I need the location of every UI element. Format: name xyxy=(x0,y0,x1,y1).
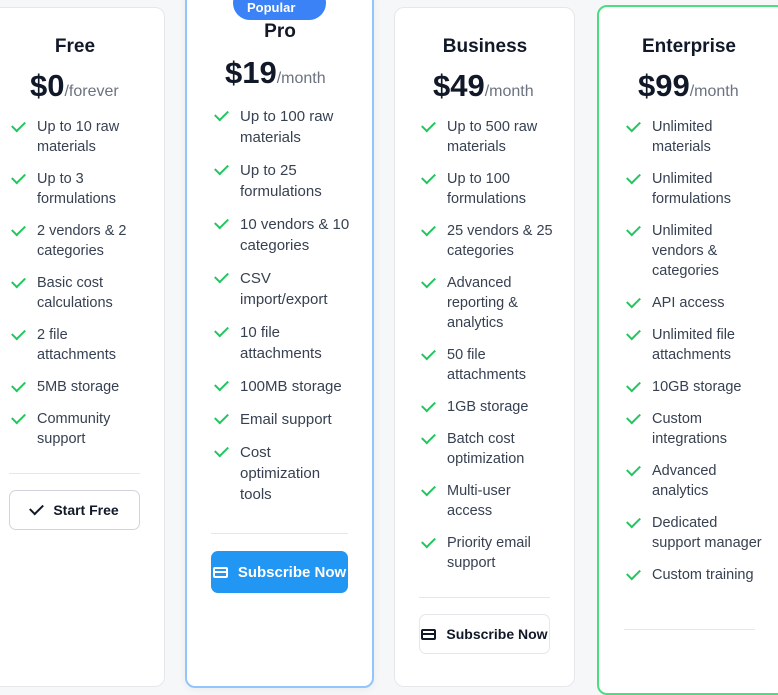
check-icon xyxy=(11,169,26,185)
feature-item: 100MB storage xyxy=(212,376,357,397)
feature-item: Batch cost optimization xyxy=(419,429,559,469)
check-icon xyxy=(626,293,641,309)
price-period: /month xyxy=(689,83,739,100)
feature-item: Advanced analytics xyxy=(624,461,764,501)
feature-item: Unlimited file attachments xyxy=(624,325,764,365)
check-icon xyxy=(11,117,26,133)
feature-item: Up to 3 formulations xyxy=(9,169,149,209)
feature-list-pro: Up to 100 raw materials Up to 25 formula… xyxy=(212,106,357,505)
check-icon xyxy=(421,481,436,497)
feature-item: API access xyxy=(624,293,764,313)
plan-name-pro: Pro xyxy=(264,21,296,42)
plan-price-business: $49/month xyxy=(433,68,534,104)
price-amount: $0 xyxy=(30,68,65,103)
divider xyxy=(211,533,348,534)
plan-price-free: $0/forever xyxy=(30,68,119,104)
feature-list-enterprise: Unlimited materials Unlimited formulatio… xyxy=(624,117,764,585)
price-amount: $19 xyxy=(225,55,277,90)
feature-item: Unlimited formulations xyxy=(624,169,764,209)
check-icon xyxy=(626,409,641,425)
feature-item: Up to 500 raw materials xyxy=(419,117,559,157)
start-free-button[interactable]: Start Free xyxy=(9,490,140,530)
price-period: /month xyxy=(276,70,326,87)
feature-item: Custom integrations xyxy=(624,409,764,449)
feature-item: 10 file attachments xyxy=(212,322,357,364)
check-icon xyxy=(626,117,641,133)
check-icon xyxy=(214,160,229,176)
divider xyxy=(419,597,550,598)
check-icon xyxy=(421,169,436,185)
feature-item: Custom training xyxy=(624,565,764,585)
credit-card-icon xyxy=(212,566,228,578)
check-icon xyxy=(626,325,641,341)
check-icon xyxy=(29,500,45,516)
plan-price-enterprise: $99/month xyxy=(638,68,739,104)
check-icon xyxy=(626,221,641,237)
check-icon xyxy=(626,461,641,477)
feature-item: Email support xyxy=(212,409,357,430)
check-icon xyxy=(214,376,229,392)
check-icon xyxy=(11,409,26,425)
feature-item: 5MB storage xyxy=(9,377,149,397)
feature-item: 10 vendors & 10 categories xyxy=(212,214,357,256)
check-icon xyxy=(214,442,229,458)
feature-item: 25 vendors & 25 categories xyxy=(419,221,559,261)
price-amount: $99 xyxy=(638,68,690,103)
check-icon xyxy=(214,409,229,425)
check-icon xyxy=(214,106,229,122)
feature-item: Priority email support xyxy=(419,533,559,573)
feature-item: Multi-user access xyxy=(419,481,559,521)
check-icon xyxy=(626,565,641,581)
popular-badge: Popular xyxy=(233,0,326,20)
check-icon xyxy=(421,533,436,549)
price-period: /month xyxy=(484,83,534,100)
feature-item: Up to 10 raw materials xyxy=(9,117,149,157)
check-icon xyxy=(11,221,26,237)
feature-list-free: Up to 10 raw materials Up to 3 formulati… xyxy=(9,117,149,449)
check-icon xyxy=(626,169,641,185)
feature-item: Unlimited materials xyxy=(624,117,764,157)
price-period: /forever xyxy=(64,83,119,100)
check-icon xyxy=(11,273,26,289)
check-icon xyxy=(11,377,26,393)
feature-item: Up to 100 formulations xyxy=(419,169,559,209)
price-amount: $49 xyxy=(433,68,485,103)
feature-item: 2 file attachments xyxy=(9,325,149,365)
plan-name-free: Free xyxy=(54,36,96,57)
credit-card-icon xyxy=(421,628,437,640)
plan-price-pro: $19/month xyxy=(225,55,326,91)
check-icon xyxy=(214,322,229,338)
feature-item: Up to 25 formulations xyxy=(212,160,357,202)
feature-item: 50 file attachments xyxy=(419,345,559,385)
check-icon xyxy=(214,214,229,230)
feature-item: CSV import/export xyxy=(212,268,357,310)
check-icon xyxy=(626,377,641,393)
feature-item: 2 vendors & 2 categories xyxy=(9,221,149,261)
feature-item: Up to 100 raw materials xyxy=(212,106,357,148)
check-icon xyxy=(11,325,26,341)
subscribe-business-button[interactable]: Subscribe Now xyxy=(419,614,550,654)
feature-item: Advanced reporting & analytics xyxy=(419,273,559,333)
plan-name-enterprise: Enterprise xyxy=(642,36,736,57)
divider xyxy=(624,629,755,630)
feature-item: Unlimited vendors & categories xyxy=(624,221,764,281)
feature-item: Basic cost calculations xyxy=(9,273,149,313)
check-icon xyxy=(421,221,436,237)
check-icon xyxy=(421,429,436,445)
check-icon xyxy=(421,397,436,413)
feature-item: Cost optimization tools xyxy=(212,442,357,505)
check-icon xyxy=(626,513,641,529)
feature-list-business: Up to 500 raw materials Up to 100 formul… xyxy=(419,117,559,573)
feature-item: Dedicated support manager xyxy=(624,513,764,553)
feature-item: 1GB storage xyxy=(419,397,559,417)
check-icon xyxy=(421,117,436,133)
check-icon xyxy=(421,273,436,289)
subscribe-pro-button[interactable]: Subscribe Now xyxy=(211,551,348,593)
feature-item: 10GB storage xyxy=(624,377,764,397)
feature-item: Community support xyxy=(9,409,149,449)
divider xyxy=(9,473,140,474)
check-icon xyxy=(421,345,436,361)
check-icon xyxy=(214,268,229,284)
plan-name-business: Business xyxy=(442,36,528,57)
